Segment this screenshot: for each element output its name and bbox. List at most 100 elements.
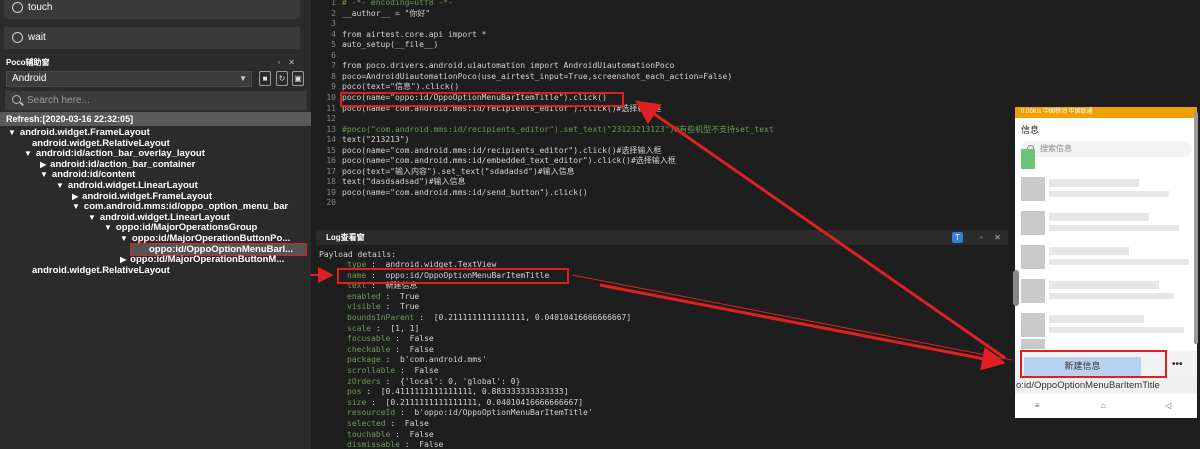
code-line[interactable]: poco(name="com.android.mms:id/recipients… xyxy=(342,146,1002,157)
snippet-touch[interactable]: touch xyxy=(4,0,300,19)
line-number: 16 xyxy=(326,156,336,166)
expand-down-icon[interactable]: ▼ xyxy=(24,149,32,158)
expand-down-icon[interactable]: ▼ xyxy=(104,223,112,232)
log-separator: : xyxy=(380,376,400,386)
tree-node-label: android.widget.RelativeLayout xyxy=(32,264,170,276)
log-detail-row: selected : False xyxy=(347,419,987,430)
code-line[interactable]: text("dasdsadsad")#输入信息 xyxy=(342,177,1002,188)
code-line[interactable]: poco(name="com.android.mms:id/send_butto… xyxy=(342,188,1002,199)
log-detail-row: dismissable : False xyxy=(347,440,987,449)
line-number: 14 xyxy=(326,135,336,145)
log-filter-button[interactable]: T xyxy=(952,232,963,243)
blurred-avatar xyxy=(1021,279,1045,303)
log-value: True xyxy=(399,291,420,301)
expand-down-icon[interactable]: ▼ xyxy=(88,213,96,222)
log-separator: : xyxy=(366,397,386,407)
line-number: 15 xyxy=(326,145,336,155)
search-input[interactable]: Search here... xyxy=(5,91,307,110)
code-line[interactable]: auto_setup(__file__) xyxy=(342,40,1002,51)
log-key: checkable xyxy=(347,344,391,354)
log-detail-row: package : b'com.android.mms' xyxy=(347,355,987,366)
line-number: 11 xyxy=(326,103,336,113)
line-number: 1 xyxy=(331,0,336,7)
code-editor[interactable]: 1 # -*- encoding=utf8 -*- 2 __author__ = "你… xyxy=(316,0,1008,222)
log-key: dismissable xyxy=(347,440,400,449)
expand-down-icon[interactable]: ▼ xyxy=(56,181,64,190)
snippet-wait[interactable]: wait xyxy=(4,27,300,49)
code-line[interactable] xyxy=(342,114,1002,125)
code-line[interactable]: from poco.drivers.android.uiautomation i… xyxy=(342,61,1002,72)
blurred-text xyxy=(1049,213,1149,221)
search-placeholder: Search here... xyxy=(27,95,90,106)
line-number: 10 xyxy=(326,92,336,102)
lock-button[interactable]: ■ xyxy=(259,71,271,86)
log-separator: : xyxy=(390,334,410,344)
code-line[interactable] xyxy=(342,51,1002,62)
code-line[interactable] xyxy=(342,19,1002,30)
line-number: 8 xyxy=(331,71,336,81)
panel-window-buttons[interactable]: ▫✕ xyxy=(277,56,303,69)
line-number: 6 xyxy=(331,50,336,60)
menu-icon[interactable]: ≡ xyxy=(1035,401,1040,410)
code-line[interactable] xyxy=(342,198,1002,209)
blurred-avatar xyxy=(1021,149,1035,169)
log-detail-row: touchable : False xyxy=(347,430,987,441)
more-options-icon[interactable]: ••• xyxy=(1172,359,1183,370)
code-line[interactable]: #poco("com.android.mms:id/recipients_edi… xyxy=(342,125,1002,136)
snippet-label: touch xyxy=(28,2,53,13)
log-detail-row: boundsInParent : [0.2111111111111111, 0.… xyxy=(347,313,987,324)
right-scrollbar[interactable] xyxy=(1194,112,1198,344)
log-key: package xyxy=(347,355,381,365)
splitter-handle[interactable] xyxy=(1013,270,1019,306)
lock-icon: ■ xyxy=(262,74,268,83)
code-line-highlight-box xyxy=(340,92,624,107)
code-line[interactable]: poco(name="com.android.mms:id/embedded_t… xyxy=(342,156,1002,167)
expand-down-icon[interactable]: ▼ xyxy=(40,170,48,179)
log-panel-header: Log查看窗 T ▫ ✕ xyxy=(316,230,1008,245)
log-separator: : xyxy=(395,366,415,375)
log-value: False xyxy=(404,419,429,428)
log-name-highlight-box xyxy=(337,268,569,284)
blurred-avatar xyxy=(1021,211,1045,235)
float-window-button[interactable]: ▫ xyxy=(976,232,987,243)
blurred-avatar xyxy=(1021,313,1045,337)
blurred-text xyxy=(1049,247,1129,255)
log-separator: : xyxy=(385,419,405,428)
code-line[interactable]: from airtest.core.api import * xyxy=(342,30,1002,41)
phone-search-placeholder: 搜索信息 xyxy=(1040,144,1072,153)
log-detail-row: zOrders : {'local': 0, 'global': 0} xyxy=(347,377,987,388)
log-detail-row: pos : [0.4111111111111111, 0.88333333333… xyxy=(347,387,987,398)
line-number: 17 xyxy=(326,166,336,176)
refresh-timestamp: Refresh:[2020-03-16 22:32:05] xyxy=(0,112,311,126)
blurred-text xyxy=(1049,327,1184,333)
tree-node[interactable]: android.widget.RelativeLayout xyxy=(24,264,305,277)
element-name-tooltip: o:id/OppoOptionMenuBarItemTitle xyxy=(1015,377,1197,394)
log-value: b'oppo:id/OppoOptionMenuBarItemTitle' xyxy=(414,408,593,418)
code-line[interactable]: text("213213") xyxy=(342,135,1002,146)
log-value: True xyxy=(399,302,420,312)
blurred-text xyxy=(1049,179,1139,187)
phone-app-title: 信息 xyxy=(1021,125,1040,135)
expand-down-icon[interactable]: ▼ xyxy=(8,128,16,137)
log-key: scrollable xyxy=(347,366,396,375)
blurred-avatar xyxy=(1021,339,1045,349)
platform-select[interactable]: Android ▼ xyxy=(6,71,252,87)
refresh-button[interactable]: ↻ xyxy=(276,71,288,86)
code-line[interactable]: poco=AndroidUiautomationPoco(use_airtest… xyxy=(342,72,1002,83)
expand-down-icon[interactable]: ▼ xyxy=(72,202,80,211)
home-icon[interactable]: ⌂ xyxy=(1101,401,1106,410)
expand-down-icon[interactable]: ▼ xyxy=(120,234,128,243)
inspect-button[interactable]: ▣ xyxy=(292,71,304,86)
code-line[interactable]: # -*- encoding=utf8 -*- xyxy=(342,0,1002,9)
log-detail-row: resourceId : b'oppo:id/OppoOptionMenuBar… xyxy=(347,408,987,419)
log-value: [0.2111111111111111, 0.04010416666666667… xyxy=(433,313,632,322)
phone-search-field[interactable]: 搜索信息 xyxy=(1020,141,1192,157)
blurred-text xyxy=(1049,315,1144,323)
close-icon[interactable]: ✕ xyxy=(992,232,1003,243)
line-number: 2 xyxy=(331,8,336,18)
clock-icon xyxy=(12,32,23,43)
blurred-text xyxy=(1049,225,1179,231)
back-icon[interactable]: ◁ xyxy=(1165,401,1171,410)
code-line[interactable]: __author__ = "你好" xyxy=(342,9,1002,20)
code-line[interactable]: poco(text="输入内容").set_text("sdadadsd")#输… xyxy=(342,167,1002,178)
